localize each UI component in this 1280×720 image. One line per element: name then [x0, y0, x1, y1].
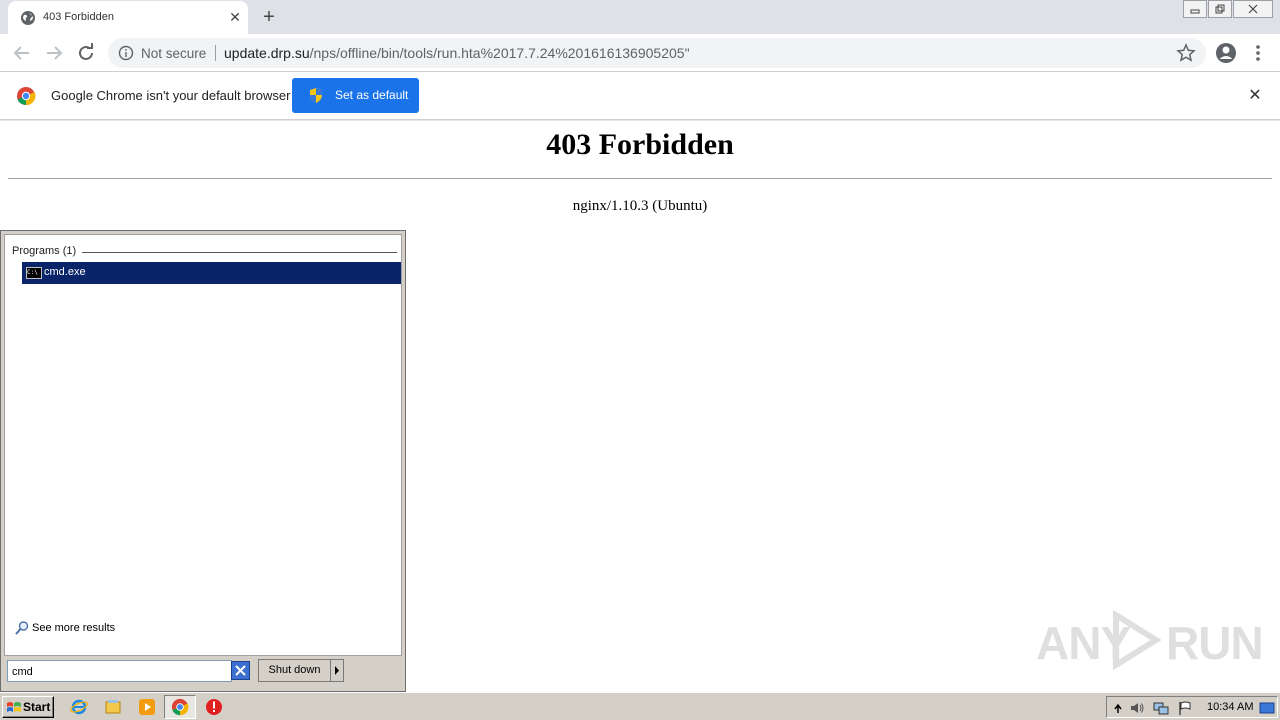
infobar-message: Google Chrome isn't your default browser [51, 88, 291, 103]
anyrun-watermark: ANY RUN [1036, 606, 1264, 670]
url-text[interactable]: update.drp.su/nps/offline/bin/tools/run.… [224, 45, 690, 61]
url-host: update.drp.su [224, 45, 310, 61]
see-more-label: See more results [32, 622, 116, 634]
chrome-taskbar-button[interactable] [164, 695, 196, 719]
tab-403-forbidden[interactable]: 403 Forbidden ✕ [8, 1, 248, 34]
tab-close-icon[interactable]: ✕ [226, 8, 244, 26]
play-logo-icon [1113, 610, 1162, 670]
arrow-right-icon [335, 666, 339, 675]
minimize-icon [1190, 9, 1200, 14]
windows-flag-icon [7, 702, 21, 712]
browser-toolbar: Not secure update.drp.su/nps/offline/bin… [0, 34, 1280, 72]
info-icon[interactable] [118, 45, 134, 61]
action-center-flag-icon[interactable] [1177, 700, 1193, 716]
globe-icon [21, 11, 35, 25]
address-bar[interactable]: Not secure update.drp.su/nps/offline/bin… [108, 38, 1206, 68]
start-menu-panel: Programs (1) C:\ cmd.exe See more result… [0, 230, 406, 692]
bookmark-star-icon[interactable] [1176, 43, 1196, 63]
back-arrow-icon[interactable] [10, 41, 34, 65]
new-tab-button[interactable]: + [258, 6, 280, 28]
internet-explorer-icon[interactable] [70, 698, 88, 716]
restore-icon [1215, 4, 1225, 14]
security-label: Not secure [141, 46, 207, 61]
network-icon[interactable] [1153, 700, 1169, 716]
infobar-close-icon[interactable]: ✕ [1246, 87, 1264, 105]
volume-icon[interactable] [1129, 700, 1145, 716]
start-search-input[interactable]: cmd [7, 660, 232, 682]
restore-button[interactable] [1208, 0, 1232, 18]
chrome-logo-icon [17, 87, 36, 106]
start-button[interactable]: Start [2, 696, 54, 718]
default-browser-infobar: Google Chrome isn't your default browser… [0, 72, 1280, 120]
page-title: 403 Forbidden [546, 128, 734, 161]
forward-arrow-icon[interactable] [42, 41, 66, 65]
set-as-default-label: Set as default [335, 88, 409, 102]
server-signature: nginx/1.10.3 (Ubuntu) [572, 198, 708, 214]
clock[interactable]: 10:34 AM [1207, 701, 1253, 713]
program-item-cmd[interactable]: C:\ cmd.exe [22, 262, 401, 284]
reload-icon[interactable] [74, 41, 98, 65]
close-window-button[interactable] [1233, 0, 1273, 18]
minimize-button[interactable] [1183, 0, 1207, 18]
stop-sign-icon[interactable] [205, 698, 223, 716]
system-tray: 10:34 AM [1106, 696, 1278, 718]
uac-shield-icon [310, 88, 322, 103]
url-path: /nps/offline/bin/tools/run.hta%2017.7.24… [309, 45, 690, 61]
start-label: Start [23, 700, 51, 714]
tray-expand-icon[interactable] [1110, 700, 1126, 716]
magnifier-icon [15, 621, 29, 635]
show-desktop-icon[interactable] [1259, 700, 1275, 716]
program-item-label: cmd.exe [44, 266, 86, 278]
programs-heading: Programs (1) [12, 245, 83, 257]
media-player-icon[interactable] [138, 698, 156, 716]
console-icon: C:\ [26, 267, 42, 279]
search-results-pane: Programs (1) C:\ cmd.exe See more result… [4, 234, 402, 656]
explorer-folder-icon[interactable] [104, 698, 122, 716]
shutdown-button[interactable]: Shut down [258, 659, 331, 682]
tab-title: 403 Forbidden [43, 11, 114, 23]
clear-x-icon [235, 665, 246, 676]
shutdown-options-button[interactable] [330, 659, 344, 682]
set-as-default-button[interactable]: Set as default [292, 78, 419, 113]
chrome-taskbar-icon [171, 698, 189, 716]
omnibox-separator [215, 45, 216, 61]
close-icon [1248, 4, 1258, 14]
programs-divider [80, 252, 397, 253]
profile-avatar-icon[interactable] [1214, 41, 1238, 65]
clear-search-button[interactable] [231, 661, 250, 680]
divider [8, 178, 1272, 179]
kebab-menu-icon[interactable] [1250, 41, 1266, 65]
tab-strip: 403 Forbidden ✕ + [0, 0, 1280, 34]
taskbar: Start 10:34 AM [0, 692, 1280, 720]
watermark-right: RUN [1166, 617, 1264, 669]
